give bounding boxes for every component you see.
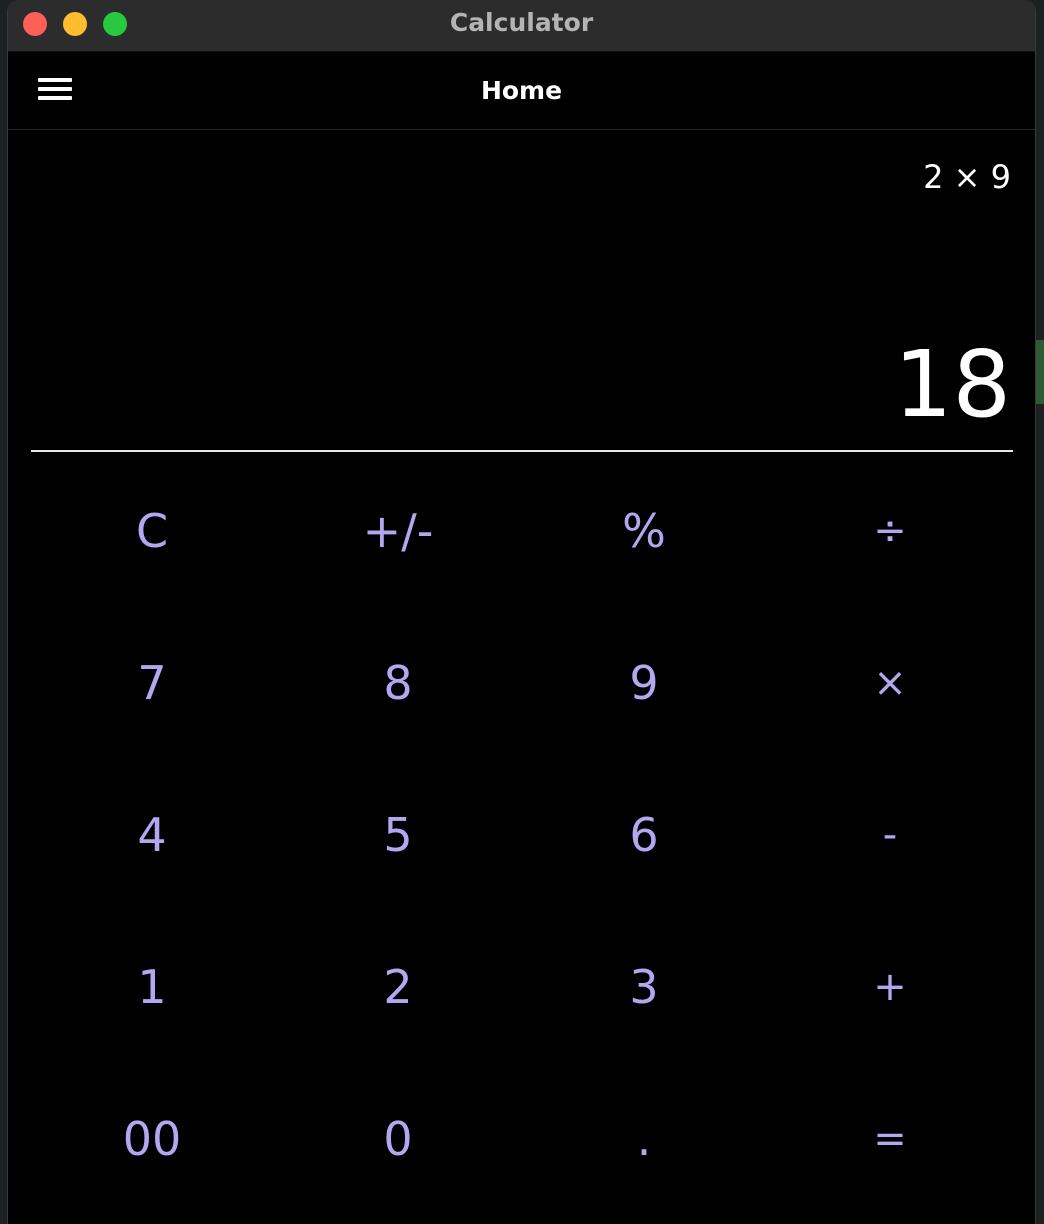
expression-text: 2 × 9 xyxy=(923,158,1011,196)
negate-button[interactable]: +/- xyxy=(275,455,521,607)
digit-1-button[interactable]: 1 xyxy=(29,911,275,1063)
divide-button[interactable]: ÷ xyxy=(767,455,1013,607)
add-button[interactable]: + xyxy=(767,911,1013,1063)
digit-4-button[interactable]: 4 xyxy=(29,759,275,911)
digit-7-button[interactable]: 7 xyxy=(29,607,275,759)
window-title: Calculator xyxy=(449,8,594,37)
digit-2-button[interactable]: 2 xyxy=(275,911,521,1063)
result-text: 18 xyxy=(893,331,1011,438)
equals-button[interactable]: = xyxy=(767,1063,1013,1215)
digit-6-button[interactable]: 6 xyxy=(521,759,767,911)
digit-8-button[interactable]: 8 xyxy=(275,607,521,759)
app-bar: Home xyxy=(8,52,1035,130)
subtract-button[interactable]: - xyxy=(767,759,1013,911)
clear-button[interactable]: C xyxy=(29,455,275,607)
digit-0-button[interactable]: 0 xyxy=(275,1063,521,1215)
decimal-point-button[interactable]: . xyxy=(521,1063,767,1215)
digit-5-button[interactable]: 5 xyxy=(275,759,521,911)
percent-button[interactable]: % xyxy=(521,455,767,607)
title-bar[interactable]: Calculator xyxy=(8,0,1035,52)
double-zero-button[interactable]: 00 xyxy=(29,1063,275,1215)
display-divider xyxy=(31,450,1013,452)
digit-9-button[interactable]: 9 xyxy=(521,607,767,759)
calculator-window: Calculator Home 2 × 9 18 C +/- % ÷ 7 8 9… xyxy=(7,0,1036,1224)
calculator-display: 2 × 9 18 xyxy=(8,130,1035,452)
multiply-button[interactable]: × xyxy=(767,607,1013,759)
background-window-edge xyxy=(1036,340,1044,404)
digit-3-button[interactable]: 3 xyxy=(521,911,767,1063)
page-title: Home xyxy=(480,76,563,105)
keypad: C +/- % ÷ 7 8 9 × 4 5 6 - 1 2 3 + 00 0 .… xyxy=(29,455,1035,1215)
